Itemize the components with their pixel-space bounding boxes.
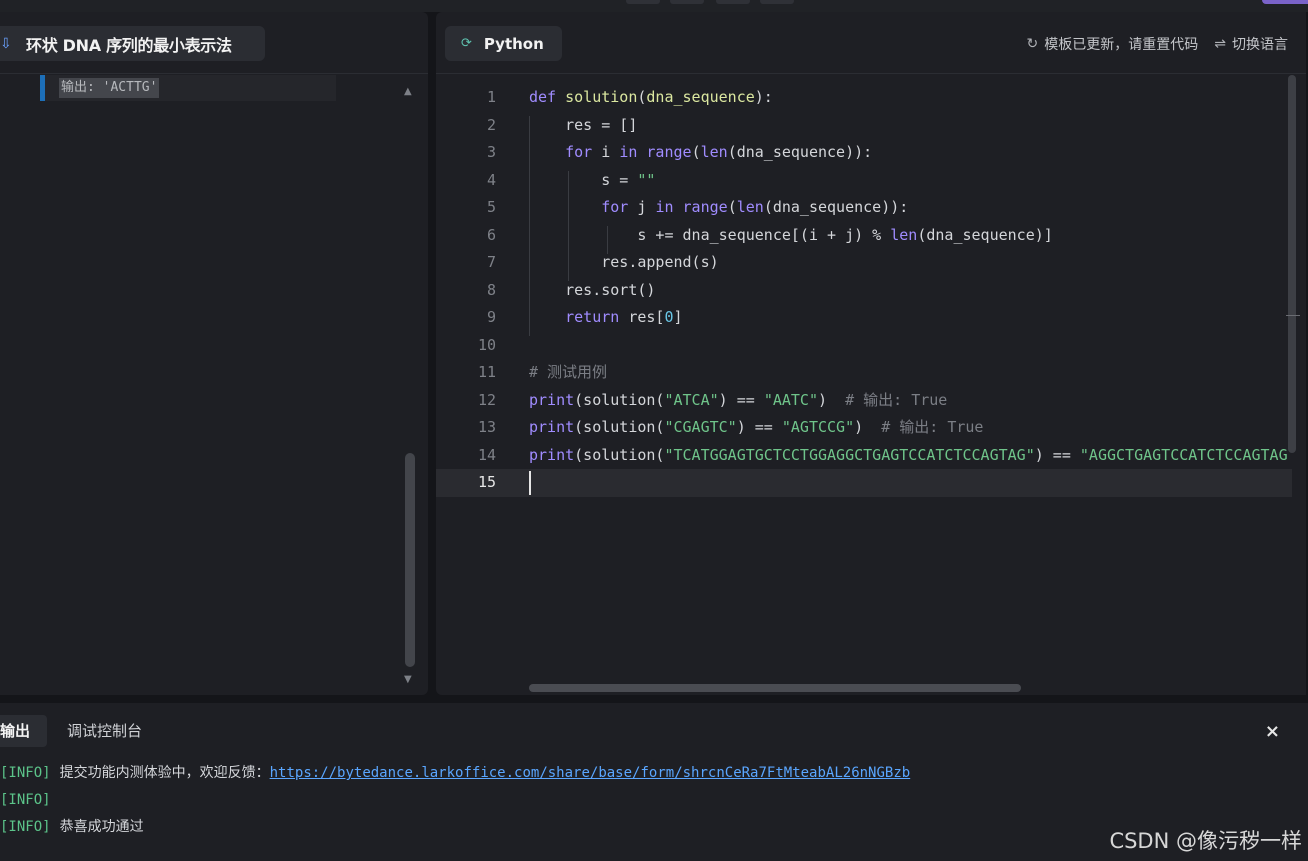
line-number: 9 <box>486 308 496 326</box>
python-icon: ⟳ <box>461 36 472 51</box>
reset-code-label: 模板已更新，请重置代码 <box>1044 37 1199 53</box>
submit-button[interactable] <box>1262 0 1308 4</box>
vertical-scrollbar[interactable] <box>1288 75 1296 453</box>
code-line: 10 <box>436 332 1292 360</box>
log-message: 提交功能内测体验中，欢迎反馈： <box>59 765 270 781</box>
scroll-marker <box>1286 315 1300 316</box>
code-line: 1 def solution(dna_sequence): <box>436 84 1292 112</box>
left-scrollbar-thumb[interactable] <box>405 453 415 667</box>
code-line: 13 print(solution("CGAGTC") == "AGTCCG") … <box>436 414 1292 442</box>
log-message: 恭喜成功通过 <box>59 819 144 835</box>
code-line: 3 for i in range(len(dna_sequence)): <box>436 139 1292 167</box>
problem-title-tab[interactable]: ⇩ 环状 DNA 序列的最小表示法 <box>0 26 265 61</box>
toolbar-button[interactable] <box>626 0 660 4</box>
log-tag: [INFO] <box>0 792 51 808</box>
output-tabs: 输出 调试控制台 <box>0 715 156 747</box>
toolbar-button[interactable] <box>760 0 794 4</box>
line-number: 11 <box>477 363 496 381</box>
line-number: 4 <box>486 170 496 189</box>
code-line: 7 res.append(s) <box>436 249 1292 277</box>
line-number: 5 <box>486 198 496 216</box>
code-line: 14 print(solution("TCATGGAGTGCTCCTGGAGGCT… <box>436 442 1292 470</box>
editor-header: ⟳ Python ↻ 模板已更新，请重置代码 ⇌ 切换语言 <box>436 12 1306 74</box>
editor-actions: ↻ 模板已更新，请重置代码 ⇌ 切换语言 <box>1027 34 1288 54</box>
feedback-link[interactable]: https://bytedance.larkoffice.com/share/b… <box>270 765 911 781</box>
code-line: 6 s += dna_sequence[(i + j) % len(dna_se… <box>436 222 1292 250</box>
log-line: [INFO] <box>0 789 51 810</box>
reset-code-button[interactable]: ↻ 模板已更新，请重置代码 <box>1027 34 1199 54</box>
text-cursor <box>529 471 531 495</box>
code-line: 2 res = [] <box>436 112 1292 140</box>
switch-icon: ⇌ <box>1214 36 1226 52</box>
tab-debug-console[interactable]: 调试控制台 <box>67 715 156 747</box>
language-label: Python <box>483 34 544 53</box>
log-line: [INFO] 恭喜成功通过 <box>0 816 144 837</box>
line-number: 10 <box>477 335 496 354</box>
problem-panel: ⇩ 环状 DNA 序列的最小表示法 输出: 'ACTTG' ▲ ▼ <box>0 12 428 695</box>
horizontal-scrollbar[interactable] <box>529 684 1021 692</box>
scroll-up-icon[interactable]: ▲ <box>404 86 412 97</box>
code-line: 5 for j in range(len(dna_sequence)): <box>436 194 1292 222</box>
code-editor-panel: ⟳ Python ↻ 模板已更新，请重置代码 ⇌ 切换语言 1 def solut… <box>436 12 1306 695</box>
line-number: 15 <box>477 473 496 491</box>
refresh-icon: ↻ <box>1026 36 1039 52</box>
line-number: 2 <box>486 115 496 134</box>
code-line: 9 return res[0] <box>436 304 1292 332</box>
download-arrow-icon: ⇩ <box>0 35 12 52</box>
description-line: 输出: 'ACTTG' <box>40 75 336 101</box>
toolbar-button[interactable] <box>670 0 704 4</box>
line-number: 7 <box>486 253 496 271</box>
tab-output[interactable]: 输出 <box>0 715 47 747</box>
log-line: [INFO] 提交功能内测体验中，欢迎反馈：https://bytedance.… <box>0 762 910 783</box>
scroll-down-icon[interactable]: ▼ <box>404 674 412 685</box>
log-tag: [INFO] <box>0 819 51 835</box>
line-number: 13 <box>477 418 496 436</box>
problem-header: ⇩ 环状 DNA 序列的最小表示法 <box>0 12 428 74</box>
line-number: 12 <box>477 390 496 409</box>
quote-bar <box>40 75 45 101</box>
line-number: 6 <box>486 225 496 244</box>
line-number: 8 <box>486 280 496 299</box>
language-tab[interactable]: ⟳ Python <box>445 26 562 61</box>
line-number: 1 <box>486 88 496 106</box>
code-line: 4 s = "" <box>436 167 1292 195</box>
toolbar-button[interactable] <box>716 0 750 4</box>
code-line-current: 15 <box>436 469 1292 497</box>
watermark: CSDN @像污秽一样 <box>1109 829 1302 853</box>
code-line: 12 print(solution("ATCA") == "AATC") # 输出… <box>436 387 1292 415</box>
description-text: 输出: 'ACTTG' <box>59 78 160 98</box>
line-number: 3 <box>486 143 496 161</box>
code-area[interactable]: 1 def solution(dna_sequence): 2 res = [] … <box>436 75 1300 695</box>
switch-language-button[interactable]: ⇌ 切换语言 <box>1214 34 1288 54</box>
close-icon[interactable]: × <box>1265 721 1280 742</box>
problem-title: 环状 DNA 序列的最小表示法 <box>26 35 232 55</box>
switch-language-label: 切换语言 <box>1232 37 1288 53</box>
log-tag: [INFO] <box>0 765 51 781</box>
line-number: 14 <box>477 445 496 464</box>
code-line: 8 res.sort() <box>436 277 1292 305</box>
top-toolbar <box>0 0 1308 12</box>
code-line: 11 # 测试用例 <box>436 359 1292 387</box>
